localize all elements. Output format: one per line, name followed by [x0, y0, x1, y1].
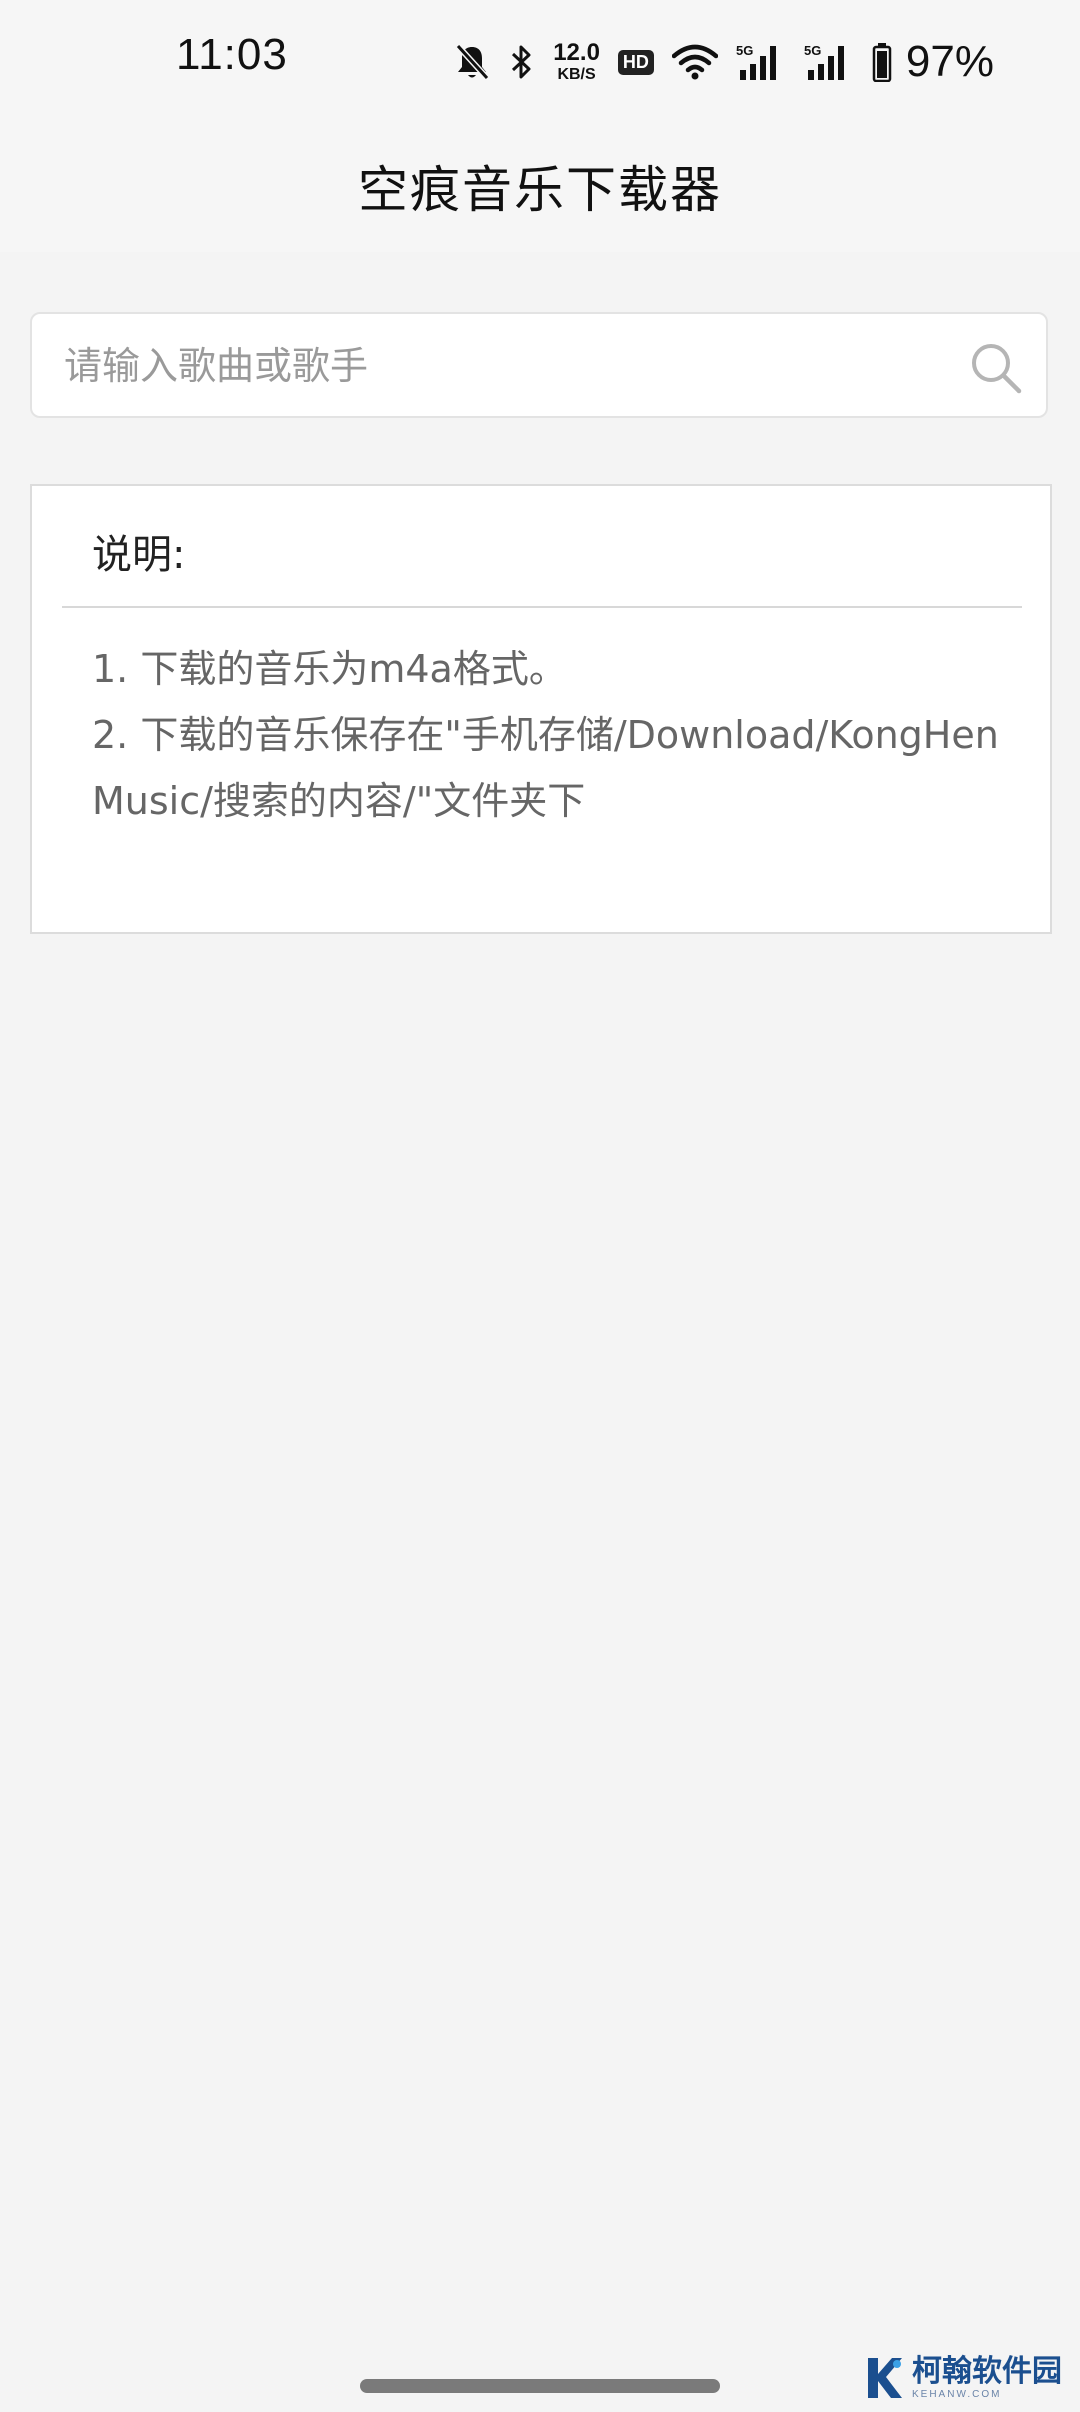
search-box — [30, 312, 1048, 418]
description-body: 1. 下载的音乐为m4a格式。 2. 下载的音乐保存在"手机存储/Downloa… — [92, 636, 1012, 834]
watermark-name-en: KEHANW.COM — [912, 2388, 1002, 2400]
status-bar: 11:03 12.0 KB/S HD 5G 5G 97% — [0, 0, 1080, 120]
network-speed-unit: KB/S — [557, 66, 596, 83]
watermark-logo-icon — [864, 2356, 904, 2400]
signal-1-label: 5G — [736, 43, 753, 58]
status-icons: 12.0 KB/S HD 5G 5G 97% — [453, 34, 994, 90]
description-line-1: 1. 下载的音乐为m4a格式。 — [92, 647, 567, 691]
description-card: 说明: 1. 下载的音乐为m4a格式。 2. 下载的音乐保存在"手机存储/Dow… — [30, 484, 1052, 934]
app-bar: 空痕音乐下载器 — [0, 120, 1080, 252]
watermark-name-cn: 柯翰软件园 — [912, 2353, 1062, 2389]
bluetooth-icon — [509, 42, 535, 82]
status-time: 11:03 — [176, 30, 288, 79]
search-icon[interactable] — [968, 340, 1024, 396]
hd-voice-badge: HD — [617, 49, 654, 75]
cellular-signal-2-icon: 5G — [804, 42, 854, 82]
description-divider — [62, 606, 1022, 608]
battery-icon — [872, 42, 892, 82]
signal-2-label: 5G — [804, 43, 821, 58]
watermark: 柯翰软件园 KEHANW.COM — [864, 2356, 1062, 2400]
home-gesture-bar[interactable] — [360, 2379, 720, 2393]
description-line-2: 2. 下载的音乐保存在"手机存储/Download/KongHenMusic/搜… — [92, 713, 999, 823]
network-speed-value: 12.0 — [553, 39, 600, 66]
cellular-signal-icon: 5G — [736, 42, 786, 82]
app-title: 空痕音乐下载器 — [358, 161, 722, 219]
search-input[interactable] — [62, 314, 966, 418]
wifi-icon — [671, 44, 718, 80]
network-speed: 12.0 KB/S — [553, 41, 600, 83]
watermark-text: 柯翰软件园 KEHANW.COM — [912, 2353, 1062, 2400]
description-title: 说明: — [92, 532, 186, 578]
bell-muted-icon — [453, 42, 491, 82]
battery-percent: 97% — [905, 37, 994, 86]
